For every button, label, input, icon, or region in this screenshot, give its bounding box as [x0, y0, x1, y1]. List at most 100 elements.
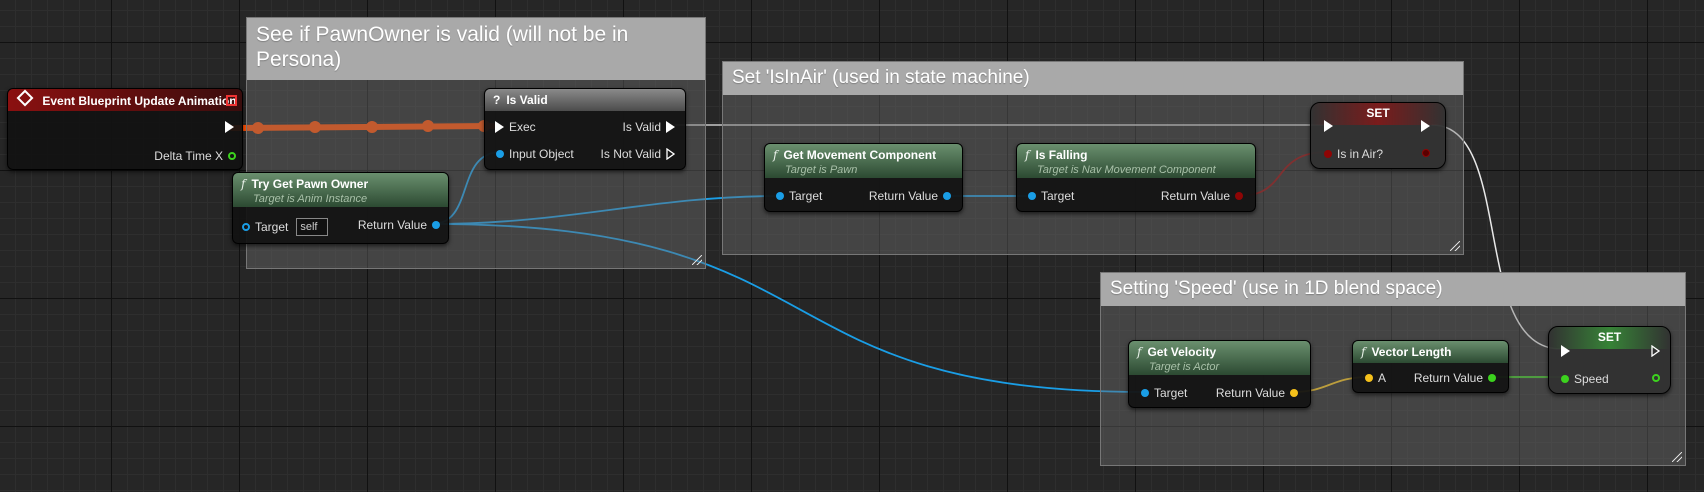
- delta-time-pin[interactable]: Delta Time X: [149, 149, 236, 163]
- node-title: Get Velocity: [1147, 345, 1217, 359]
- is-in-air-output-pin[interactable]: [1422, 149, 1430, 157]
- exec-arrow-outline-icon: [666, 148, 675, 160]
- node-title: Get Movement Component: [783, 148, 937, 162]
- function-f-icon: f: [241, 177, 246, 191]
- pin-label: Speed: [1574, 372, 1609, 386]
- node-title: Vector Length: [1371, 345, 1452, 359]
- pin-label: Return Value: [357, 218, 427, 232]
- node-get-movement-component[interactable]: f Get Movement Component Target is Pawn T…: [764, 143, 963, 212]
- pin-label: Target: [1154, 386, 1188, 400]
- pin-label: Return Value: [868, 189, 938, 203]
- node-header: f Get Movement Component Target is Pawn: [765, 144, 962, 178]
- node-title: Is Falling: [1035, 148, 1088, 162]
- return-value-pin[interactable]: Return Value: [1156, 189, 1243, 203]
- a-pin[interactable]: A: [1365, 371, 1391, 385]
- node-set-is-in-air[interactable]: SET Is in Air?: [1310, 102, 1446, 169]
- exec-in-pin[interactable]: Exec: [495, 120, 541, 134]
- exec-arrow-icon: [495, 121, 504, 133]
- bool-pin-icon: [1235, 192, 1243, 200]
- exec-arrow-icon: [1324, 120, 1333, 132]
- comment-title[interactable]: Setting 'Speed' (use in 1D blend space): [1101, 273, 1685, 306]
- exec-arrow-icon: [1421, 120, 1430, 132]
- input-object-pin[interactable]: Input Object: [496, 147, 579, 161]
- exec-arrow-icon: [666, 121, 675, 133]
- function-f-icon: f: [773, 148, 778, 162]
- exec-arrow-outline-icon: [1651, 345, 1660, 357]
- exec-in-pin[interactable]: [1561, 345, 1570, 357]
- exec-out-pin[interactable]: [225, 121, 234, 133]
- node-header: ? Is Valid: [485, 89, 685, 111]
- object-pin-icon: [432, 221, 440, 229]
- bool-pin-icon: [1422, 149, 1430, 157]
- speed-output-pin[interactable]: [1652, 374, 1660, 382]
- node-event-update-animation[interactable]: Event Blueprint Update Animation Delta T…: [7, 88, 243, 170]
- vector-pin-icon: [1365, 374, 1373, 382]
- vector-pin-icon: [1290, 389, 1298, 397]
- float-pin-icon: [1561, 375, 1569, 383]
- node-subtitle: Target is Pawn: [785, 164, 858, 176]
- node-title: SET: [1597, 330, 1622, 344]
- speed-pin[interactable]: Speed: [1561, 372, 1614, 386]
- function-f-icon: f: [1025, 148, 1030, 162]
- node-title: Event Blueprint Update Animation: [42, 94, 237, 108]
- comment-resize-handle[interactable]: [1450, 241, 1460, 251]
- return-value-pin[interactable]: Return Value: [1409, 371, 1496, 385]
- exec-in-pin[interactable]: [1324, 120, 1333, 132]
- node-header: f Try Get Pawn Owner Target is Anim Insta…: [233, 173, 448, 207]
- exec-arrow-icon: [1561, 345, 1570, 357]
- pin-label: Delta Time X: [154, 149, 223, 163]
- float-pin-icon: [228, 152, 236, 160]
- comment-resize-handle[interactable]: [692, 255, 702, 265]
- node-title: Try Get Pawn Owner: [251, 177, 369, 191]
- comment-title[interactable]: See if PawnOwner is valid (will not be i…: [247, 18, 705, 80]
- node-header: f Vector Length: [1353, 341, 1508, 363]
- object-pin-icon: [496, 150, 504, 158]
- node-vector-length[interactable]: f Vector Length A Return Value: [1352, 340, 1509, 393]
- pin-label: Target: [789, 189, 823, 203]
- event-diamond-icon: [16, 89, 34, 107]
- node-subtitle: Target is Anim Instance: [253, 193, 368, 205]
- node-try-get-pawn-owner[interactable]: f Try Get Pawn Owner Target is Anim Insta…: [232, 172, 449, 244]
- float-pin-icon: [1652, 374, 1660, 382]
- function-f-icon: f: [1361, 345, 1366, 359]
- pin-label: Is in Air?: [1337, 147, 1384, 161]
- node-title: SET: [1366, 106, 1390, 120]
- is-valid-exec-pin[interactable]: Is Valid: [618, 120, 675, 134]
- node-header: Event Blueprint Update Animation: [8, 89, 242, 111]
- exec-out-pin[interactable]: [1651, 345, 1660, 357]
- pin-label: Exec: [509, 120, 536, 134]
- comment-title[interactable]: Set 'IsInAir' (used in state machine): [723, 62, 1463, 95]
- exec-arrow-icon: [225, 121, 234, 133]
- target-pin[interactable]: Target: [776, 189, 827, 203]
- target-pin[interactable]: Target: [1141, 386, 1192, 400]
- object-pin-icon: [1141, 389, 1149, 397]
- node-header: f Get Velocity Target is Actor: [1129, 341, 1310, 375]
- comment-resize-handle[interactable]: [1672, 452, 1682, 462]
- node-is-valid[interactable]: ? Is Valid Exec Is Valid Input Object Is …: [484, 88, 686, 170]
- pin-label: Input Object: [509, 147, 574, 161]
- object-pin-icon: [242, 223, 250, 231]
- target-pin[interactable]: Target self: [242, 218, 329, 236]
- function-f-icon: f: [1137, 345, 1142, 359]
- is-in-air-pin[interactable]: Is in Air?: [1324, 147, 1388, 161]
- pin-label: Return Value: [1413, 371, 1483, 385]
- node-subtitle: Target is Nav Movement Component: [1037, 164, 1216, 176]
- node-is-falling[interactable]: f Is Falling Target is Nav Movement Compo…: [1016, 143, 1256, 212]
- stop-square-icon: [226, 95, 237, 106]
- pin-label: Is Valid: [622, 120, 661, 134]
- target-pin[interactable]: Target: [1028, 189, 1079, 203]
- target-default-field[interactable]: self: [296, 218, 329, 236]
- node-header: f Is Falling Target is Nav Movement Compo…: [1017, 144, 1255, 178]
- object-pin-icon: [943, 192, 951, 200]
- question-mark-icon: ?: [493, 93, 501, 107]
- node-subtitle: Target is Actor: [1149, 361, 1220, 373]
- return-value-pin[interactable]: Return Value: [1211, 386, 1298, 400]
- pin-label: Target: [1041, 189, 1075, 203]
- return-value-pin[interactable]: Return Value: [353, 218, 440, 232]
- node-set-speed[interactable]: SET Speed: [1548, 326, 1671, 394]
- node-get-velocity[interactable]: f Get Velocity Target is Actor Target Ret…: [1128, 340, 1311, 408]
- return-value-pin[interactable]: Return Value: [864, 189, 951, 203]
- exec-out-pin[interactable]: [1421, 120, 1430, 132]
- pin-label: Is Not Valid: [600, 147, 661, 161]
- is-not-valid-exec-pin[interactable]: Is Not Valid: [596, 147, 675, 161]
